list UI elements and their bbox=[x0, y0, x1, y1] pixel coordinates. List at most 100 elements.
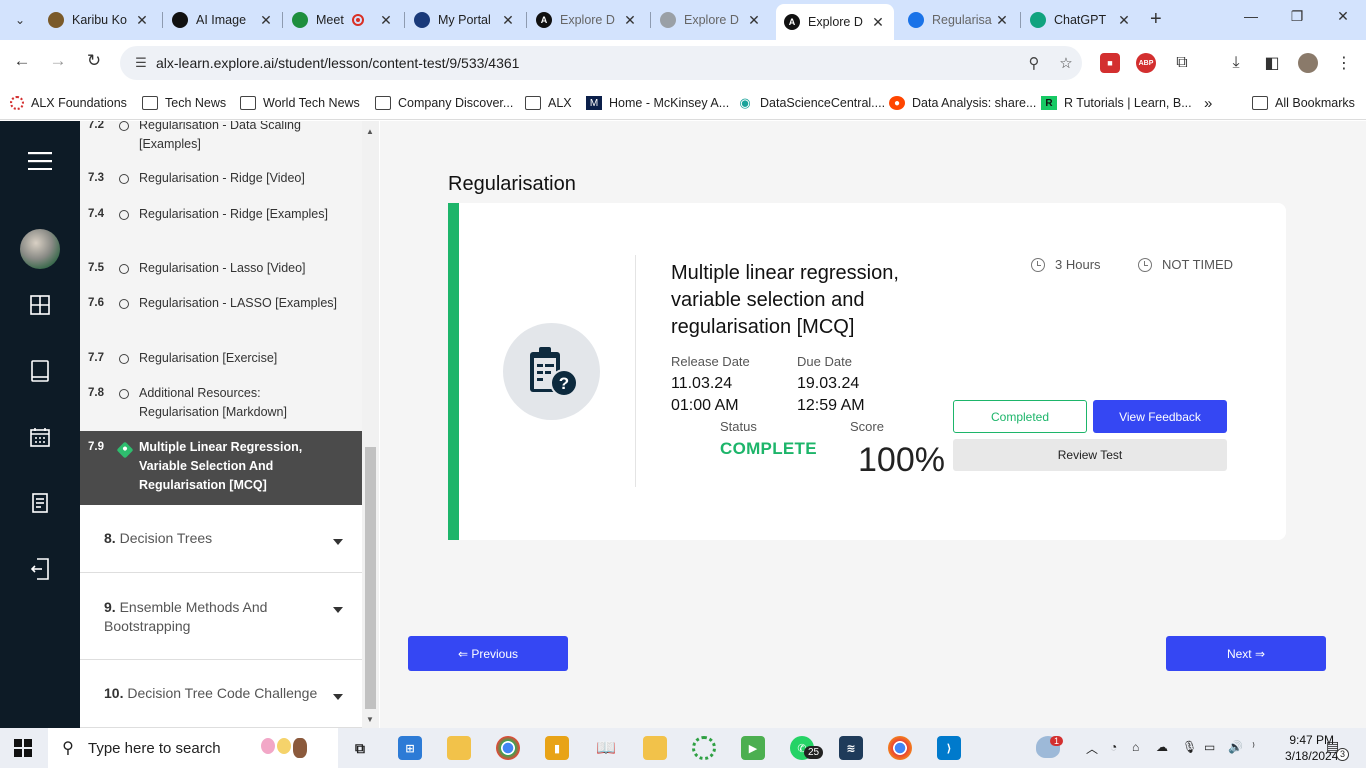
language-icon[interactable]: ⁾ bbox=[1252, 740, 1255, 754]
previous-button[interactable]: ⇐ Previous bbox=[408, 636, 568, 671]
folder-app-icon[interactable] bbox=[643, 736, 667, 760]
lesson-item[interactable]: 7.4 Regularisation - Ridge [Examples] bbox=[80, 203, 362, 249]
caret-down-icon[interactable] bbox=[333, 694, 343, 700]
tab-regularisation[interactable]: Regularisa ✕ bbox=[900, 6, 1018, 34]
close-icon[interactable]: ✕ bbox=[258, 12, 274, 29]
hamburger-menu-icon[interactable] bbox=[28, 149, 52, 173]
review-test-button[interactable]: Review Test bbox=[953, 439, 1227, 471]
new-tab-icon[interactable]: + bbox=[1150, 8, 1162, 31]
close-icon[interactable]: ✕ bbox=[746, 12, 762, 29]
tab-karibu[interactable]: Karibu Ko ✕ bbox=[40, 6, 158, 34]
scroll-down-arrow-icon[interactable]: ▼ bbox=[366, 715, 374, 724]
tab-ai-image[interactable]: AI Image ✕ bbox=[164, 6, 282, 34]
tab-my-portal[interactable]: My Portal ✕ bbox=[406, 6, 524, 34]
forward-icon[interactable]: → bbox=[46, 51, 70, 71]
network-icon[interactable]: ◔ bbox=[1110, 740, 1117, 754]
bookmark-alx[interactable]: ALX bbox=[525, 92, 572, 114]
bookmark-r-tutorials[interactable]: R R Tutorials | Learn, B... bbox=[1041, 92, 1192, 114]
close-icon[interactable]: ✕ bbox=[500, 12, 516, 29]
lesson-item[interactable]: 7.8 Additional Resources: Regularisation… bbox=[80, 382, 362, 428]
vscode-icon[interactable]: ⟩ bbox=[937, 736, 961, 760]
close-window-icon[interactable]: ✕ bbox=[1320, 8, 1366, 25]
book-icon[interactable] bbox=[28, 359, 52, 383]
reload-icon[interactable]: ↻ bbox=[82, 51, 106, 71]
tab-explore-active[interactable]: A Explore D ✕ bbox=[776, 4, 894, 40]
tab-explore-2[interactable]: Explore D ✕ bbox=[652, 6, 770, 34]
onedrive-icon[interactable]: ☁ bbox=[1156, 740, 1168, 754]
tab-explore-1[interactable]: A Explore D ✕ bbox=[528, 6, 646, 34]
adblock-icon[interactable]: ABP bbox=[1136, 53, 1156, 73]
close-icon[interactable]: ✕ bbox=[1116, 12, 1132, 29]
download-icon[interactable]: ⤓ bbox=[1226, 53, 1246, 73]
file-explorer-icon[interactable] bbox=[447, 736, 471, 760]
site-info-icon[interactable]: ☰ bbox=[126, 55, 156, 71]
close-icon[interactable]: ✕ bbox=[378, 12, 394, 29]
next-button[interactable]: Next ⇒ bbox=[1166, 636, 1326, 671]
bookmark-tech-news[interactable]: Tech News bbox=[142, 92, 226, 114]
microphone-icon[interactable]: 🎙 bbox=[1182, 740, 1197, 754]
chrome-icon[interactable] bbox=[496, 736, 520, 760]
lesson-item[interactable]: 7.7 Regularisation [Exercise] bbox=[80, 347, 362, 377]
scrollbar-thumb[interactable] bbox=[365, 447, 376, 709]
bookmark-star-icon[interactable]: ☆ bbox=[1050, 54, 1082, 72]
bookmark-all-bookmarks[interactable]: All Bookmarks bbox=[1252, 92, 1355, 114]
tab-meet[interactable]: Meet ✕ bbox=[284, 6, 402, 34]
bookmark-datasciencecentral[interactable]: ◉ DataScienceCentral.... bbox=[737, 92, 885, 114]
power-bi-icon[interactable]: ▮ bbox=[545, 736, 569, 760]
microsoft-store-icon[interactable]: ⊞ bbox=[398, 736, 422, 760]
close-icon[interactable]: ✕ bbox=[134, 12, 150, 29]
logout-icon[interactable] bbox=[28, 557, 52, 581]
task-view-icon[interactable]: ⧉ bbox=[348, 736, 372, 760]
taskbar-search-input[interactable]: ⚲ Type here to search bbox=[48, 728, 338, 768]
minimize-icon[interactable]: — bbox=[1228, 8, 1274, 24]
tab-chatgpt[interactable]: ChatGPT ✕ bbox=[1022, 6, 1140, 34]
chrome-active-icon[interactable] bbox=[888, 736, 912, 760]
bookmark-alx-foundations[interactable]: ALX Foundations bbox=[10, 92, 127, 114]
user-avatar[interactable] bbox=[20, 229, 60, 269]
bookmark-data-analysis[interactable]: ● Data Analysis: share... bbox=[889, 92, 1036, 114]
menu-kebab-icon[interactable]: ⋮ bbox=[1334, 53, 1354, 73]
caret-down-icon[interactable] bbox=[333, 607, 343, 613]
bookmark-company-discover[interactable]: Company Discover... bbox=[375, 92, 513, 114]
lesson-item[interactable]: 7.6 Regularisation - LASSO [Examples] bbox=[80, 292, 362, 338]
section-ensemble-methods[interactable]: 9. Ensemble Methods And Bootstrapping bbox=[80, 573, 362, 660]
side-panel-icon[interactable]: ◧ bbox=[1262, 53, 1282, 73]
extension-record-icon[interactable]: ■ bbox=[1100, 53, 1120, 73]
dashboard-icon[interactable] bbox=[28, 293, 52, 317]
restore-icon[interactable]: ❐ bbox=[1274, 8, 1320, 25]
extensions-puzzle-icon[interactable]: ⧉ bbox=[1172, 53, 1192, 73]
lesson-item[interactable]: 7.3 Regularisation - Ridge [Video] bbox=[80, 167, 362, 197]
sidebar-scrollbar[interactable]: ▲ ▼ bbox=[362, 121, 379, 728]
close-icon[interactable]: ✕ bbox=[870, 14, 886, 31]
show-hidden-icons-chevron[interactable]: ︿ bbox=[1086, 740, 1098, 757]
completed-button[interactable]: Completed bbox=[953, 400, 1087, 433]
profile-avatar-icon[interactable] bbox=[1298, 53, 1318, 73]
zoom-icon[interactable]: ⚲ bbox=[1018, 54, 1050, 72]
loading-app-icon[interactable] bbox=[692, 736, 716, 760]
scroll-up-arrow-icon[interactable]: ▲ bbox=[366, 127, 374, 136]
lesson-item[interactable]: 7.5 Regularisation - Lasso [Video] bbox=[80, 257, 362, 287]
reader-icon[interactable]: 📖 bbox=[594, 736, 618, 760]
close-icon[interactable]: ✕ bbox=[994, 12, 1010, 29]
section-decision-tree-code-challenge[interactable]: 10. Decision Tree Code Challenge bbox=[80, 660, 362, 728]
more-bookmarks-icon[interactable]: » bbox=[1204, 92, 1212, 114]
meet-app-icon[interactable]: ▶ bbox=[741, 736, 765, 760]
lesson-item-active[interactable]: 7.9 Multiple Linear Regression, Variable… bbox=[80, 431, 362, 505]
battery-icon[interactable]: ▭ bbox=[1204, 740, 1215, 754]
caret-down-icon[interactable] bbox=[333, 539, 343, 545]
back-icon[interactable]: ← bbox=[10, 51, 34, 71]
document-icon[interactable] bbox=[28, 491, 52, 515]
address-bar[interactable]: ☰ alx-learn.explore.ai/student/lesson/co… bbox=[120, 46, 1082, 80]
meet-now-icon[interactable]: ⌂ bbox=[1132, 740, 1139, 754]
tab-search-button[interactable]: ⌄ bbox=[8, 8, 32, 32]
volume-icon[interactable]: 🔊 bbox=[1228, 740, 1243, 754]
windows-start-icon[interactable] bbox=[14, 739, 32, 757]
bookmark-mckinsey[interactable]: M Home - McKinsey A... bbox=[586, 92, 729, 114]
view-feedback-button[interactable]: View Feedback bbox=[1093, 400, 1227, 433]
lesson-item[interactable]: 7.2 Regularisation - Data Scaling [Examp… bbox=[80, 121, 362, 161]
url-text[interactable]: alx-learn.explore.ai/student/lesson/cont… bbox=[156, 55, 1018, 71]
bookmark-world-tech-news[interactable]: World Tech News bbox=[240, 92, 360, 114]
section-decision-trees[interactable]: 8. Decision Trees bbox=[80, 505, 362, 573]
close-icon[interactable]: ✕ bbox=[622, 12, 638, 29]
calendar-icon[interactable] bbox=[28, 425, 52, 449]
